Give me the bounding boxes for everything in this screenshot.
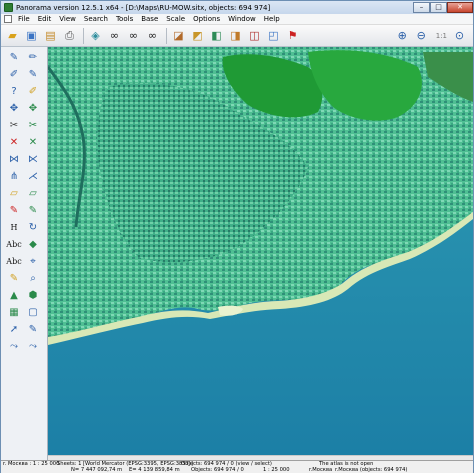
status-object-count: r.Москва (objects: 694 974)	[335, 467, 408, 473]
measure-area-icon[interactable]: ▱	[25, 186, 41, 201]
text-height-button[interactable]: H	[6, 220, 22, 235]
frame-icon[interactable]: ▢	[25, 305, 41, 320]
snap-icon[interactable]: ⌖	[25, 254, 41, 269]
zoom-ratio[interactable]: 1:1	[436, 32, 447, 40]
tools-grid: ✎ ✏ ✐ ✎ ? ✐ ✥ ✥ ✂ ✂ ✕ ✕ ⋈ ⋉ ⋔ ⋌ ▱ ▱ ✎ ✎ …	[1, 47, 47, 354]
measure-icon[interactable]: ◰	[265, 27, 282, 44]
zoom-out-icon[interactable]: ⊖	[413, 27, 430, 44]
status-row-2: N= 7 447 092,74 m E= 4 139 859,84 m Obje…	[1, 467, 473, 473]
title-bar[interactable]: Panorama version 12.5.1 x64 - [D:\Maps\R…	[1, 1, 473, 14]
tools-sidebar: ✎ ✏ ✐ ✎ ? ✐ ✥ ✥ ✂ ✂ ✕ ✕ ⋈ ⋉ ⋔ ⋌ ▱ ▱ ✎ ✎ …	[1, 47, 48, 460]
menu-file[interactable]: File	[14, 15, 34, 23]
pencil-icon[interactable]: ✎	[6, 50, 22, 65]
status-e-coord: E= 4 139 859,84 m	[129, 467, 180, 473]
join-icon[interactable]: ⋈	[6, 152, 22, 167]
text-abc-button[interactable]: Abc	[6, 237, 22, 252]
text-rotate-icon[interactable]: ↻	[25, 220, 41, 235]
find-icon[interactable]: ⌕	[25, 271, 41, 286]
polygon-icon[interactable]: ⬢	[25, 288, 41, 303]
cut-object-icon[interactable]: ✂	[25, 118, 41, 133]
select-delete-icon[interactable]: ◫	[246, 27, 263, 44]
binoculars-search-icon[interactable]: ∞	[125, 27, 142, 44]
menu-help[interactable]: Help	[260, 15, 284, 23]
menu-tools[interactable]: Tools	[112, 15, 137, 23]
main-toolbar: ▰ ▣ ▤ ⎙ ◈ ∞ ∞ ∞ ◪ ◩ ◧ ◨ ◫ ◰ ⚑ ⊕ ⊖ 1:1 ⊙	[1, 25, 473, 47]
object-edit-icon[interactable]: ✥	[25, 101, 41, 116]
menu-base[interactable]: Base	[137, 15, 162, 23]
window-controls: – □ ✕	[413, 1, 473, 14]
crayon-icon[interactable]: ✎	[6, 203, 22, 218]
select-transform-icon[interactable]: ◨	[227, 27, 244, 44]
label-tag-icon[interactable]: ◆	[25, 237, 41, 252]
binoculars-icon[interactable]: ∞	[106, 27, 123, 44]
draw-line-icon[interactable]: ✎	[25, 322, 41, 337]
menu-search[interactable]: Search	[80, 15, 112, 23]
status-objects-2: Objects: 694 974 / 0	[191, 467, 244, 473]
move-pencil-icon[interactable]: ✎	[6, 271, 22, 286]
select-copy-icon[interactable]: ◧	[208, 27, 225, 44]
zoom-controls: ⊕ ⊖ 1:1 ⊙	[394, 27, 470, 44]
satellite-map	[48, 47, 473, 455]
minimize-button[interactable]: –	[413, 1, 430, 13]
layers-icon[interactable]: ◈	[87, 27, 104, 44]
status-bar: r. Москва : 1 : 25 000 Sheets: 1 [World …	[1, 460, 473, 473]
arrow-icon[interactable]: ➚	[6, 322, 22, 337]
zoom-in-icon[interactable]: ⊕	[394, 27, 411, 44]
menu-bar: File Edit View Search Tools Base Scale O…	[1, 14, 473, 25]
marker-icon[interactable]: ✐	[25, 84, 41, 99]
reshape-icon[interactable]: ⤳	[6, 339, 22, 354]
status-map-name: r.Москва	[309, 467, 333, 473]
status-scale-2: 1 : 25 000	[263, 467, 290, 473]
menu-edit[interactable]: Edit	[34, 15, 56, 23]
line-pencil-icon[interactable]: ✐	[6, 67, 22, 82]
close-button[interactable]: ✕	[447, 1, 473, 13]
point-edit-icon[interactable]: ✥	[6, 101, 22, 116]
reshape-alt-icon[interactable]: ⤳	[25, 339, 41, 354]
help-pencil-icon[interactable]: ?	[6, 84, 22, 99]
menu-window[interactable]: Window	[224, 15, 260, 23]
delete-object-icon[interactable]: ✕	[25, 135, 41, 150]
window-title: Panorama version 12.5.1 x64 - [D:\Maps\R…	[16, 3, 271, 12]
vertex-icon[interactable]: ⋔	[6, 169, 22, 184]
multi-pencil-icon[interactable]: ✎	[25, 67, 41, 82]
app-icon[interactable]	[4, 3, 13, 12]
open-folder-icon[interactable]: ▰	[4, 27, 21, 44]
crayon-alt-icon[interactable]: ✎	[25, 203, 41, 218]
flag-icon[interactable]: ⚑	[284, 27, 301, 44]
menu-scale[interactable]: Scale	[162, 15, 189, 23]
ruler-icon[interactable]: ▱	[6, 186, 22, 201]
save-icon[interactable]: ▣	[23, 27, 40, 44]
zoom-reset-icon[interactable]: ⊙	[451, 27, 468, 44]
menu-view[interactable]: View	[55, 15, 80, 23]
edit-pencil-icon[interactable]: ✏	[25, 50, 41, 65]
node-icon[interactable]: ⋌	[25, 169, 41, 184]
toolbar-separator	[83, 27, 84, 44]
binoculars-select-icon[interactable]: ∞	[144, 27, 161, 44]
map-view[interactable]	[48, 47, 473, 455]
text-abc-alt-button[interactable]: Abc	[6, 254, 22, 269]
menu-options[interactable]: Options	[189, 15, 224, 23]
document-icon[interactable]	[4, 15, 12, 23]
maximize-button[interactable]: □	[430, 1, 447, 13]
app-window: Panorama version 12.5.1 x64 - [D:\Maps\R…	[0, 0, 474, 473]
scissors-icon[interactable]: ✂	[6, 118, 22, 133]
print-icon[interactable]: ⎙	[61, 27, 78, 44]
grid-icon[interactable]: ▦	[6, 305, 22, 320]
split-icon[interactable]: ⋉	[25, 152, 41, 167]
triangle-icon[interactable]: ▲	[6, 288, 22, 303]
toolbar-separator	[166, 27, 167, 44]
status-n-coord: N= 7 447 092,74 m	[71, 467, 123, 473]
select-area-icon[interactable]: ◪	[170, 27, 187, 44]
map-sheets-icon[interactable]: ▤	[42, 27, 59, 44]
delete-point-icon[interactable]: ✕	[6, 135, 22, 150]
select-object-icon[interactable]: ◩	[189, 27, 206, 44]
